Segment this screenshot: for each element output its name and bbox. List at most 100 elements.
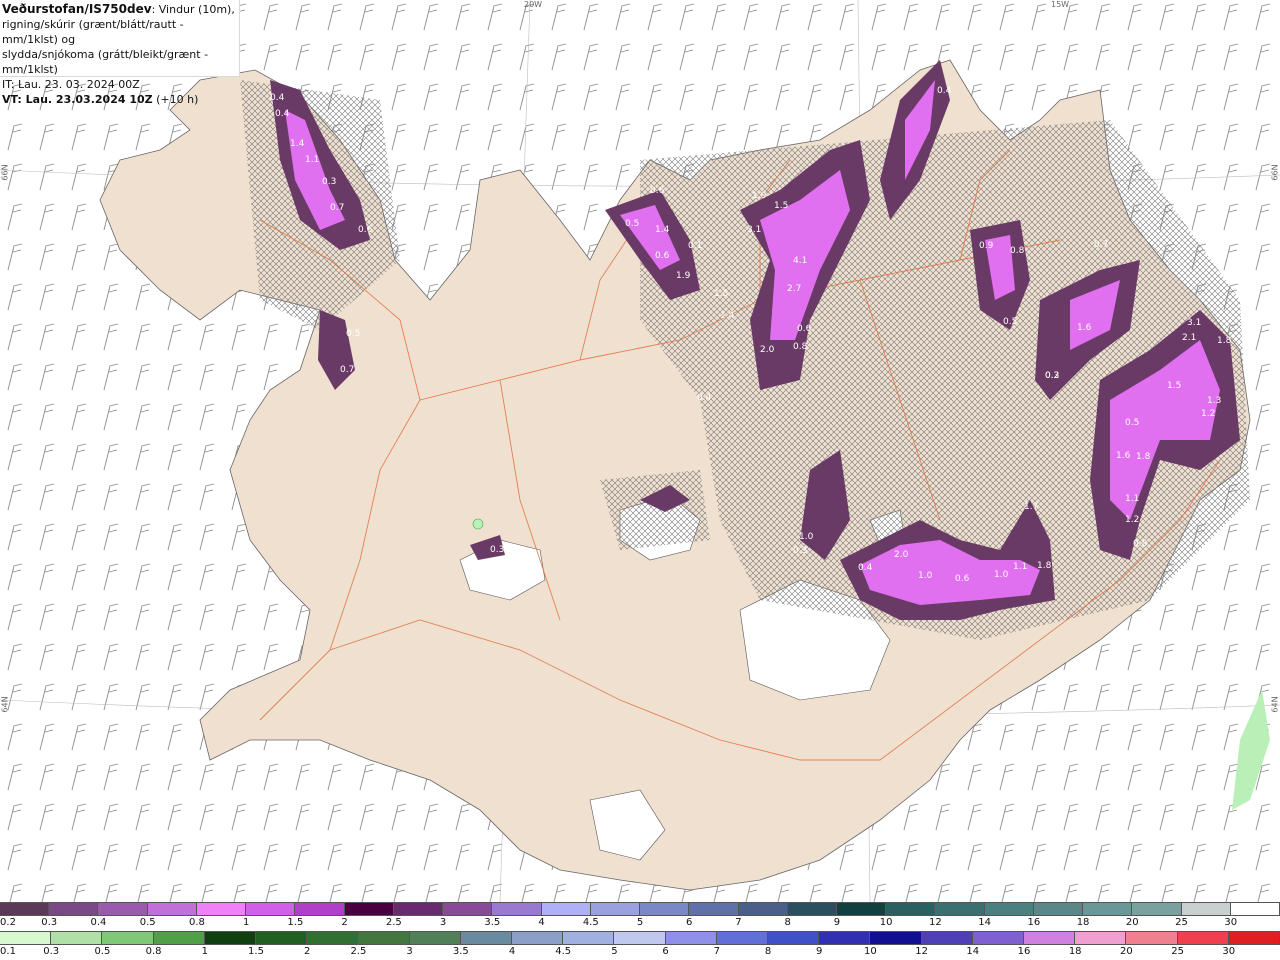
legend-swatch [512, 932, 564, 944]
legend-tick-label: 30 [1224, 917, 1238, 928]
precip-value-label: 1.0 [918, 571, 933, 581]
precip-value-label: 1.6 [1077, 323, 1092, 333]
grid-label-top-15w: 15W [1051, 0, 1070, 9]
legend-swatch [541, 903, 591, 915]
legend-tick-label: 12 [915, 946, 928, 957]
weather-map: 0.40.41.41.10.30.70.60.50.70.30.60.51.40… [0, 0, 1280, 902]
legend-tick-label: 18 [1068, 946, 1082, 957]
legend-swatch [147, 903, 197, 915]
precip-value-label: 2.1 [1182, 333, 1196, 343]
legend-swatch [344, 903, 394, 915]
legend-tick-label: 5 [636, 917, 644, 928]
legend-tick-label: 0.5 [139, 917, 156, 928]
legend-tick-label: 4 [508, 946, 516, 957]
precip-value-label: 3.1 [1187, 318, 1201, 328]
legend-tick-label: 3.5 [484, 917, 501, 928]
valid-time-line: VT: Lau. 23.03.2024 10Z (+10 h) [2, 92, 239, 107]
legend-swatch [153, 932, 205, 944]
precip-value-label: 0.4 [270, 93, 285, 103]
legend-swatch [984, 903, 1034, 915]
legend-tick-label: 1.5 [287, 917, 304, 928]
valid-time: VT: Lau. 23.03.2024 10Z [2, 93, 153, 106]
precip-value-label: 1.4 [720, 311, 735, 321]
grid-label-top-20w: 20W [524, 0, 543, 9]
legend-swatch [393, 903, 444, 915]
precip-value-label: 1.9 [676, 271, 691, 281]
legend-swatch [716, 932, 769, 944]
precip-value-label: 1.5 [774, 201, 788, 211]
legend-tick-label: 20 [1120, 946, 1133, 957]
precip-value-label: 0.4 [275, 109, 290, 119]
legend-swatch [443, 903, 493, 915]
legend-swatch [1024, 932, 1076, 944]
legend-swatch [1132, 903, 1182, 915]
legend-tick-label: 9 [833, 917, 841, 928]
legend-tick-label: 0.8 [145, 946, 162, 957]
legend-tick-label: 25 [1175, 917, 1188, 928]
precip-value-label: 0.3 [793, 546, 807, 556]
legend-swatch [0, 903, 50, 915]
legend-tick-label: 20 [1125, 917, 1139, 928]
rain-legend-bar [0, 931, 1280, 945]
precip-value-label: 0.7 [340, 365, 354, 375]
legend-swatch [204, 932, 257, 944]
legend-tick-label: 10 [864, 946, 877, 957]
precip-value-label: 1.0 [994, 570, 1009, 580]
legend-swatch [492, 903, 542, 915]
precip-value-label: 1.9 [752, 191, 767, 201]
legend-swatch [886, 903, 936, 915]
legend-tick-label: 6 [686, 917, 693, 928]
legend-swatch [1230, 903, 1280, 915]
legend-tick-label: 9 [816, 946, 823, 957]
legend-swatch [358, 932, 410, 944]
legend-swatch [307, 932, 359, 944]
precip-value-label: 1.5 [813, 113, 827, 123]
legend-tick-label: 0.5 [94, 946, 111, 957]
legend-swatch [102, 932, 154, 944]
precip-value-label: 4.1 [793, 256, 807, 266]
legend-swatch [1083, 903, 1133, 915]
header-desc-2: rigning/skúrir (grænt/blátt/rautt - mm/1… [2, 18, 184, 46]
precip-value-label: 1.2 [1125, 515, 1139, 525]
legend-swatch [256, 932, 308, 944]
precip-value-label: 0.3 [322, 177, 336, 187]
precip-value-label: 0.4 [858, 563, 873, 573]
header-desc-3: slydda/snjókoma (grátt/bleikt/grænt - mm… [2, 48, 209, 76]
rain-dot [472, 518, 484, 530]
legend-tick-label: 25 [1171, 946, 1184, 957]
legend-swatch [819, 932, 871, 944]
legend-tick-label: 4.5 [582, 917, 599, 928]
legend-tick-label: 2 [304, 946, 311, 957]
legend-tick-label: 0.3 [41, 917, 58, 928]
grid-label-right-66n: 66N [1270, 164, 1280, 181]
precip-value-label: 1.8 [1037, 561, 1052, 571]
legend-swatch [836, 903, 887, 915]
legend-tick-label: 7 [735, 917, 742, 928]
legend-tick-label: 18 [1076, 917, 1090, 928]
legend-swatch [98, 903, 148, 915]
legend-tick-label: 0.3 [43, 946, 60, 957]
legend-tick-label: 1 [242, 917, 250, 928]
legend-swatch [51, 932, 103, 944]
precip-value-label: 0.6 [955, 574, 970, 584]
grid-label-left-64n: 64N [0, 696, 10, 713]
precip-value-label: 0.5 [1003, 317, 1017, 327]
precip-value-label: 0.1 [688, 241, 702, 251]
legend-tick-label: 7 [713, 946, 720, 957]
legend-swatch [972, 932, 1025, 944]
precip-value-label: 3.1 [747, 225, 761, 235]
legend-tick-label: 0.1 [0, 946, 16, 957]
legend-tick-label: 0.4 [90, 917, 107, 928]
forecast-info-box: Veðurstofan/IS750dev: Vindur (10m), rign… [0, 0, 240, 106]
legend-swatch [640, 903, 690, 915]
legend-swatch [689, 903, 739, 915]
precip-value-label: 2.0 [760, 345, 775, 355]
rain-legend-ticks: 0.1 0.3 0.5 0.8 1 1.5 2 2.5 3 3.5 4 4.5 5 6 7 8 9 10 12 14 1… [0, 945, 1280, 959]
precip-value-label: 1.2 [1201, 409, 1215, 419]
precip-value-label: 1.4 [290, 139, 305, 149]
legend-swatch [787, 903, 837, 915]
legend-tick-label: 2.5 [385, 917, 402, 928]
legend-tick-label: 0.2 [0, 917, 16, 928]
legend-tick-label: 30 [1222, 946, 1236, 957]
precip-value-label: 0.9 [979, 241, 994, 251]
